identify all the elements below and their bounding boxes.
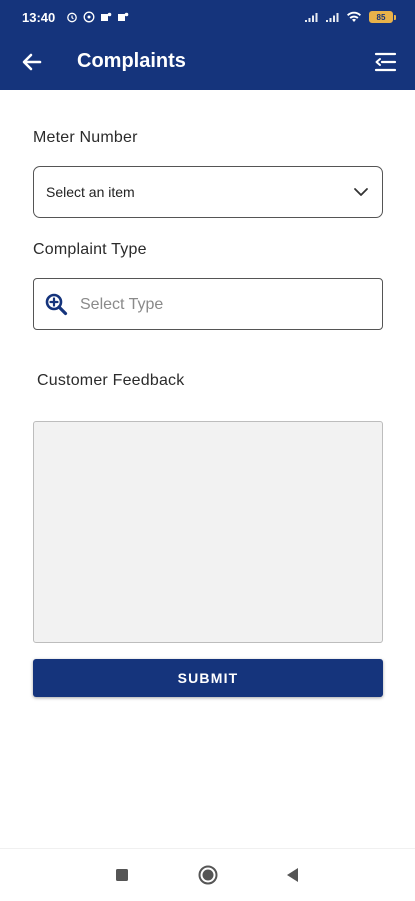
complaint-type-input[interactable] bbox=[78, 279, 372, 330]
signal-icon bbox=[326, 12, 339, 22]
menu-icon[interactable] bbox=[371, 48, 399, 76]
back-triangle-icon[interactable] bbox=[281, 863, 305, 887]
complaint-type-field[interactable] bbox=[33, 278, 383, 330]
alarm-icon bbox=[67, 12, 78, 23]
teams-icon bbox=[101, 12, 112, 21]
meter-number-selected-value: Select an item bbox=[46, 184, 135, 200]
arrow-left-icon[interactable] bbox=[18, 48, 46, 76]
customer-feedback-textarea[interactable] bbox=[33, 421, 383, 643]
status-bar-right: 85 bbox=[304, 11, 396, 23]
whatsapp-icon bbox=[83, 11, 95, 23]
battery-icon: 85 bbox=[369, 11, 396, 23]
home-circle-icon[interactable] bbox=[196, 863, 220, 887]
meter-number-label: Meter Number bbox=[33, 129, 138, 146]
teams-icon bbox=[118, 12, 129, 21]
notification-icons bbox=[66, 11, 129, 23]
wifi-icon bbox=[347, 11, 361, 22]
recents-square-icon[interactable] bbox=[110, 863, 134, 887]
complaint-type-label: Complaint Type bbox=[33, 241, 147, 258]
app-bar: Complaints bbox=[0, 34, 415, 90]
system-nav-bar bbox=[0, 848, 415, 901]
submit-button[interactable]: SUBMIT bbox=[33, 659, 383, 697]
chevron-down-icon bbox=[354, 188, 368, 196]
signal-icon bbox=[305, 12, 318, 22]
status-time: 13:40 bbox=[22, 9, 56, 25]
zoom-in-search-icon bbox=[45, 293, 68, 316]
battery-level: 85 bbox=[376, 12, 386, 22]
page-title: Complaints bbox=[77, 50, 186, 72]
status-bar: 13:40 85 bbox=[0, 0, 415, 34]
meter-number-select[interactable]: Select an item bbox=[33, 166, 383, 218]
customer-feedback-label: Customer Feedback bbox=[37, 372, 185, 389]
status-bar-left: 13:40 bbox=[22, 10, 129, 25]
